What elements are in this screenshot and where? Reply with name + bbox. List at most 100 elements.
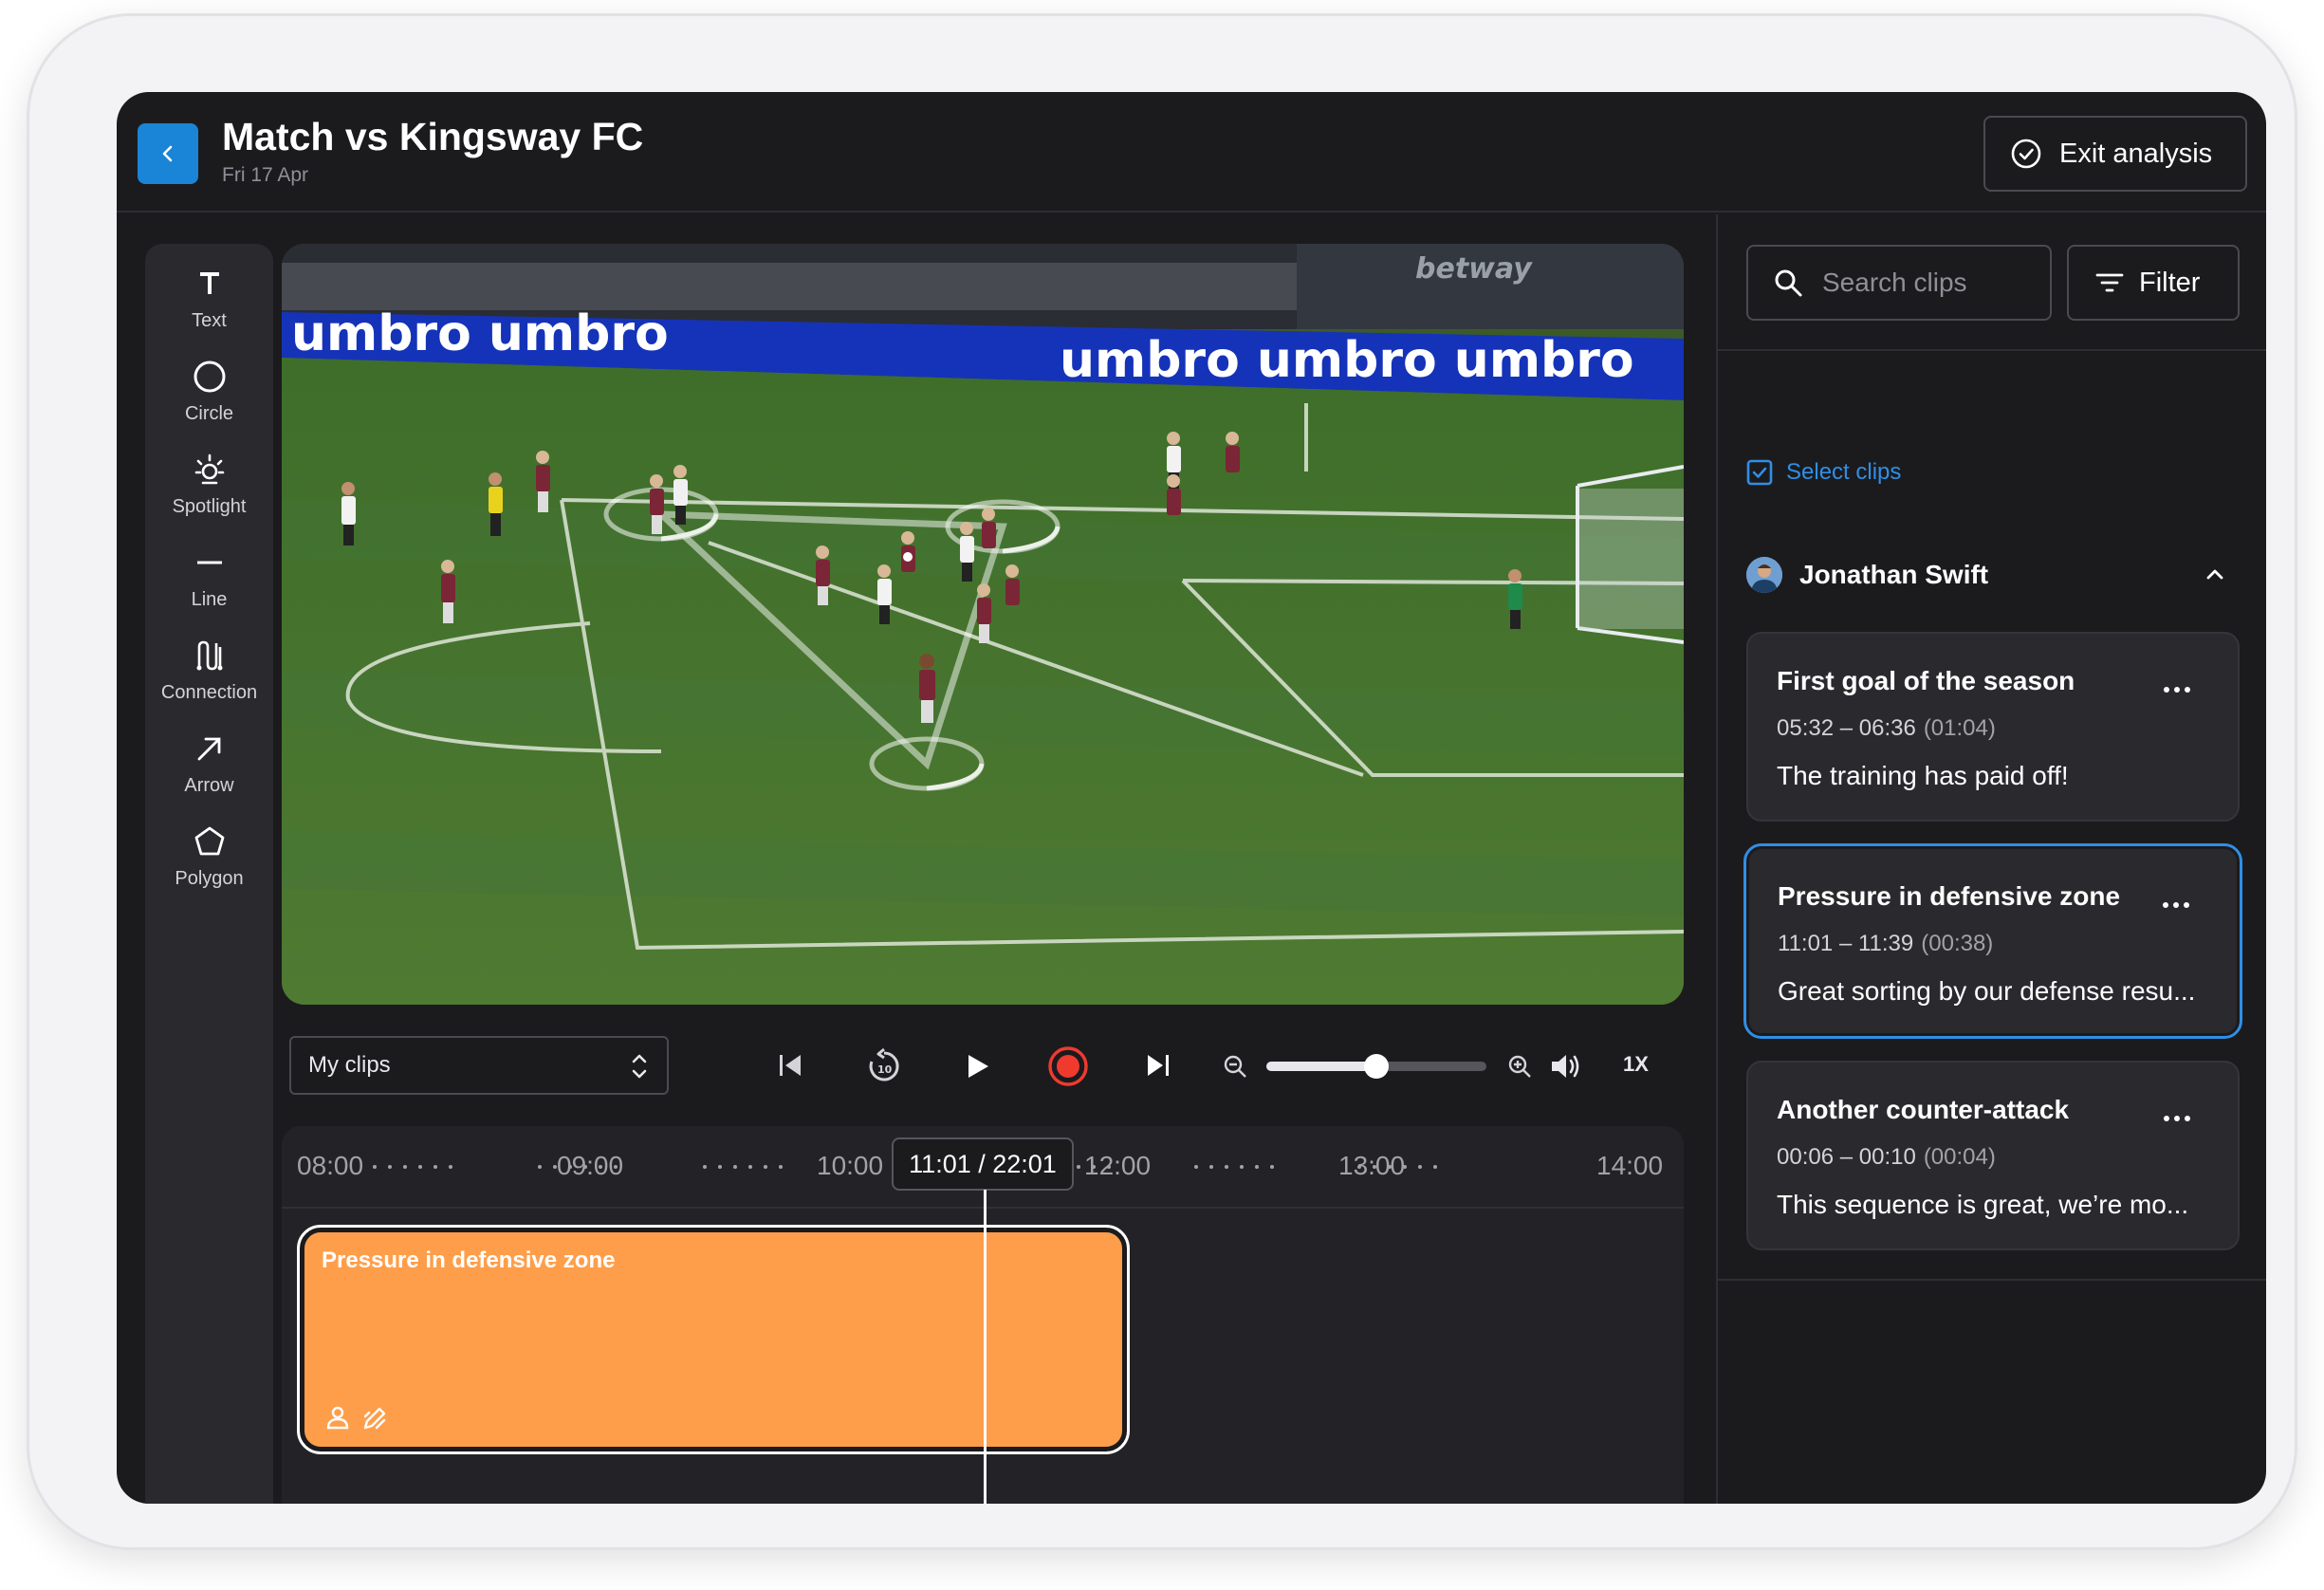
playhead[interactable] <box>984 1190 987 1504</box>
clip-duration: (00:04) <box>1923 1144 1996 1170</box>
clip-range: 00:06 – 00:10 <box>1777 1144 1916 1170</box>
annotation-edit-icon <box>363 1407 386 1430</box>
clip-description: The training has paid off! <box>1777 761 2069 790</box>
ruler-dot <box>718 1165 722 1169</box>
timeline-clip-title: Pressure in defensive zone <box>322 1248 616 1273</box>
clip-duration: (01:04) <box>1923 715 1996 741</box>
zoom-slider[interactable] <box>1266 1054 1486 1079</box>
clip-card[interactable]: First goal of the season 05:32 – 06:36 (0… <box>1746 632 2240 822</box>
zoom-in-icon <box>1508 1055 1531 1078</box>
search-placeholder: Search clips <box>1822 268 1967 297</box>
ruler-dot <box>599 1165 602 1169</box>
app-header: Match vs Kingsway FC Fri 17 Apr Exit ana… <box>117 92 2266 213</box>
circle-icon <box>191 358 229 396</box>
ruler-dot <box>538 1165 542 1169</box>
tool-label: Circle <box>184 403 234 424</box>
zoom-slider-handle[interactable] <box>1364 1054 1389 1079</box>
more-options-icon[interactable] <box>2164 687 2190 693</box>
timeline[interactable]: 08:00 09:00 10:00 12:00 13:00 14:00 11:0… <box>282 1126 1684 1504</box>
more-options-icon[interactable] <box>2163 902 2189 908</box>
ruler-dot <box>1433 1165 1437 1169</box>
tool-label: Text <box>192 310 227 331</box>
filter-button[interactable]: Filter <box>2067 245 2240 321</box>
record-button[interactable] <box>1044 1043 1092 1090</box>
tool-spotlight[interactable]: Spotlight <box>145 451 273 518</box>
clip-duration: (00:38) <box>1921 931 1994 956</box>
more-options-icon[interactable] <box>2164 1116 2190 1121</box>
tool-connection[interactable]: Connection <box>145 637 273 704</box>
ruler-dot <box>1388 1165 1392 1169</box>
clip-range: 05:32 – 06:36 <box>1777 715 1916 741</box>
clip-time: 05:32 – 06:36 (01:04) <box>1777 715 1996 742</box>
ruler-dot <box>403 1165 407 1169</box>
ruler-dot <box>1373 1165 1376 1169</box>
tool-label: Polygon <box>175 868 244 889</box>
select-clips-toggle[interactable]: Select clips <box>1746 459 1901 486</box>
check-circle-icon <box>2011 139 2041 169</box>
polygon-icon <box>191 823 229 860</box>
clip-title: Pressure in defensive zone <box>1778 881 2121 911</box>
tool-arrow[interactable]: Arrow <box>145 730 273 797</box>
user-group-header[interactable]: Jonathan Swift <box>1746 556 2240 594</box>
timeline-clip-icons <box>325 1405 388 1432</box>
zoom-out-icon <box>1224 1055 1246 1078</box>
ruler-dot <box>748 1165 752 1169</box>
playback-speed[interactable]: 1X <box>1623 1052 1649 1077</box>
clip-description: Great sorting by our defense resu... <box>1778 976 2196 1006</box>
tool-text[interactable]: Text <box>145 265 273 332</box>
search-input[interactable]: Search clips <box>1746 245 2052 321</box>
zoom-in-button[interactable] <box>1505 1052 1534 1081</box>
record-icon <box>1048 1046 1088 1086</box>
filter-icon <box>2095 273 2124 292</box>
tick-label: 08:00 <box>297 1151 364 1180</box>
ruler-dot <box>583 1165 587 1169</box>
ruler-dot <box>1403 1165 1407 1169</box>
rewind-10-button[interactable]: 10 <box>862 1045 906 1088</box>
skip-to-start-button[interactable] <box>771 1046 809 1084</box>
tool-label: Spotlight <box>172 496 247 517</box>
tick-label: 14:00 <box>1596 1151 1664 1180</box>
ruler-dot <box>568 1165 572 1169</box>
rewind-10-icon: 10 <box>869 1047 899 1082</box>
clips-dropdown[interactable]: My clips <box>289 1036 669 1095</box>
skip-to-end-button[interactable] <box>1139 1046 1177 1084</box>
exit-analysis-label: Exit analysis <box>2059 138 2213 169</box>
tool-line[interactable]: Line <box>145 544 273 611</box>
tablet-frame: Match vs Kingsway FC Fri 17 Apr Exit ana… <box>27 13 2297 1550</box>
ruler-dot <box>733 1165 737 1169</box>
tool-label: Line <box>191 589 228 610</box>
tool-polygon[interactable]: Polygon <box>145 823 273 890</box>
ruler-dot <box>1107 1165 1111 1169</box>
ruler-dot <box>373 1165 377 1169</box>
play-button[interactable] <box>955 1045 999 1088</box>
sponsor-logo: betway <box>1415 252 1533 286</box>
ruler-dot <box>388 1165 392 1169</box>
ruler-dot <box>1255 1165 1259 1169</box>
clip-title: Another counter-attack <box>1777 1095 2070 1124</box>
back-button[interactable] <box>138 123 198 184</box>
svg-text:10: 10 <box>877 1063 893 1076</box>
ruler-dot <box>1418 1165 1422 1169</box>
ruler-dot <box>1357 1165 1361 1169</box>
ruler-dot <box>1194 1165 1198 1169</box>
clip-card[interactable]: Another counter-attack 00:06 – 00:10 (00:… <box>1746 1061 2240 1250</box>
volume-icon <box>1552 1055 1579 1078</box>
ruler-dot <box>1270 1165 1274 1169</box>
tick-label: 10:00 <box>817 1151 884 1180</box>
avatar <box>1746 557 1782 593</box>
video-player[interactable]: betway umbro umbro umbro umbro umbro <box>282 244 1684 1005</box>
volume-button[interactable] <box>1547 1048 1585 1084</box>
drawing-toolbar: Text Circle Spotlight Line Connection Ar… <box>145 244 273 1504</box>
person-icon <box>326 1406 349 1430</box>
ad-board-text: umbro umbro <box>291 305 669 362</box>
zoom-out-button[interactable] <box>1221 1052 1249 1081</box>
ruler-dot <box>418 1165 422 1169</box>
chevron-up-icon <box>2206 569 2223 580</box>
timeline-clip[interactable]: Pressure in defensive zone <box>297 1225 1130 1454</box>
ruler-dot <box>1092 1165 1096 1169</box>
spotlight-icon <box>191 451 229 489</box>
exit-analysis-button[interactable]: Exit analysis <box>1983 116 2247 192</box>
clip-card-selected[interactable]: Pressure in defensive zone 11:01 – 11:39… <box>1743 843 2242 1039</box>
tool-circle[interactable]: Circle <box>145 358 273 425</box>
ruler-dot <box>433 1165 437 1169</box>
